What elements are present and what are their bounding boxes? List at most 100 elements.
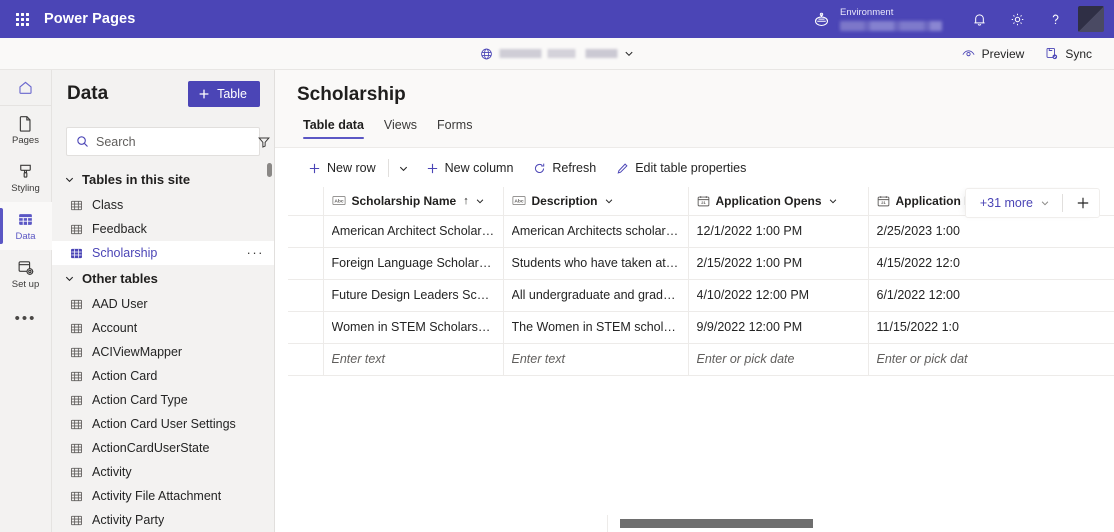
user-avatar[interactable] bbox=[1078, 6, 1104, 32]
new-row-opens-cell[interactable]: Enter or pick date bbox=[688, 343, 869, 376]
table-row[interactable]: Future Design Leaders Scholarship All un… bbox=[288, 279, 1114, 312]
cell-application-deadline[interactable]: 2/25/2023 1:00 bbox=[868, 215, 1114, 248]
table-item-activity-party[interactable]: Activity Party bbox=[52, 508, 274, 532]
table-row[interactable]: Women in STEM Scholarship The Women in S… bbox=[288, 311, 1114, 344]
table-item-action-card-user-settings[interactable]: Action Card User Settings bbox=[52, 412, 274, 436]
cell-application-opens[interactable]: 2/15/2022 1:00 PM bbox=[688, 247, 869, 280]
table-tabs: Table data Views Forms bbox=[275, 106, 1114, 141]
setup-gear-icon bbox=[16, 258, 35, 277]
horizontal-scrollbar-thumb[interactable] bbox=[620, 519, 813, 528]
search-box bbox=[66, 127, 270, 156]
new-row-name-cell[interactable]: Enter text bbox=[323, 343, 504, 376]
table-item-account[interactable]: Account bbox=[52, 316, 274, 340]
data-table-icon bbox=[16, 210, 35, 229]
svg-text:21: 21 bbox=[701, 200, 706, 205]
rail-item-pages[interactable]: Pages bbox=[0, 106, 52, 154]
rail-item-label: Pages bbox=[12, 135, 39, 146]
table-row[interactable]: Foreign Language Scholarship Students wh… bbox=[288, 247, 1114, 280]
cell-application-opens[interactable]: 4/10/2022 12:00 PM bbox=[688, 279, 869, 312]
new-row-button[interactable]: New row bbox=[299, 156, 385, 180]
more-columns-button[interactable]: +31 more bbox=[974, 192, 1056, 214]
environment-selector[interactable]: Environment bbox=[840, 0, 942, 38]
rail-item-data[interactable]: Data bbox=[0, 202, 52, 250]
rail-item-set-up[interactable]: Set up bbox=[0, 250, 52, 298]
table-item-overflow-button[interactable]: ··· bbox=[247, 246, 265, 259]
sync-button[interactable]: Sync bbox=[1036, 42, 1100, 65]
question-mark-icon[interactable] bbox=[1036, 0, 1074, 38]
top-app-bar: Power Pages Environment bbox=[0, 0, 1114, 38]
table-item-action-card-type[interactable]: Action Card Type bbox=[52, 388, 274, 412]
row-select-gutter[interactable] bbox=[288, 311, 324, 344]
group-other-tables[interactable]: Other tables bbox=[52, 265, 274, 292]
row-select-gutter[interactable] bbox=[288, 215, 324, 248]
table-item-aciviewmapper[interactable]: ACIViewMapper bbox=[52, 340, 274, 364]
power-pages-app: Power Pages Environment Preview Sync Pag… bbox=[0, 0, 1114, 532]
tab-forms[interactable]: Forms bbox=[429, 113, 480, 141]
select-all-gutter[interactable] bbox=[288, 187, 324, 216]
refresh-button[interactable]: Refresh bbox=[524, 156, 605, 180]
rail-more-button[interactable]: ••• bbox=[0, 298, 52, 338]
grid-card: New row New column Refresh Edit table pr… bbox=[275, 147, 1114, 532]
table-item-activity[interactable]: Activity bbox=[52, 460, 274, 484]
group-tables-in-this-site[interactable]: Tables in this site bbox=[52, 166, 274, 193]
cell-description[interactable]: All undergraduate and graduate s... bbox=[503, 279, 689, 312]
table-item-feedback[interactable]: Feedback bbox=[52, 217, 274, 241]
cell-application-opens[interactable]: 9/9/2022 12:00 PM bbox=[688, 311, 869, 344]
cell-scholarship-name[interactable]: Women in STEM Scholarship bbox=[323, 311, 504, 344]
table-row[interactable]: American Architect Scholarship American … bbox=[288, 215, 1114, 248]
table-item-action-card[interactable]: Action Card bbox=[52, 364, 274, 388]
row-select-gutter[interactable] bbox=[288, 279, 324, 312]
environment-globe-icon[interactable] bbox=[802, 0, 840, 38]
row-select-gutter[interactable] bbox=[288, 247, 324, 280]
cell-scholarship-name[interactable]: American Architect Scholarship bbox=[323, 215, 504, 248]
table-icon bbox=[70, 322, 83, 335]
search-icon bbox=[67, 135, 96, 148]
cell-scholarship-name[interactable]: Foreign Language Scholarship bbox=[323, 247, 504, 280]
new-row-chevron-down-icon[interactable] bbox=[392, 158, 415, 179]
table-new-row[interactable]: Enter text Enter text Enter or pick date… bbox=[288, 343, 1114, 376]
column-header-description[interactable]: Abc Description bbox=[503, 187, 689, 216]
bell-icon[interactable] bbox=[960, 0, 998, 38]
column-header-scholarship-name[interactable]: Abc Scholarship Name ↑ bbox=[323, 187, 504, 216]
gear-icon[interactable] bbox=[998, 0, 1036, 38]
chevron-down-icon bbox=[64, 174, 75, 185]
cell-description[interactable]: Students who have taken at least ... bbox=[503, 247, 689, 280]
rail-item-styling[interactable]: Styling bbox=[0, 154, 52, 202]
edit-table-properties-button[interactable]: Edit table properties bbox=[607, 156, 755, 180]
chevron-down-icon[interactable] bbox=[828, 196, 838, 206]
column-header-label: Scholarship Name bbox=[351, 193, 457, 208]
chevron-down-icon[interactable] bbox=[604, 196, 614, 206]
new-row-deadline-cell[interactable]: Enter or pick dat bbox=[868, 343, 1114, 376]
filter-icon[interactable] bbox=[257, 128, 271, 155]
cell-application-opens[interactable]: 12/1/2022 1:00 PM bbox=[688, 215, 869, 248]
tab-views[interactable]: Views bbox=[376, 113, 425, 141]
table-item-label: ActionCardUserState bbox=[92, 441, 210, 455]
cell-scholarship-name[interactable]: Future Design Leaders Scholarship bbox=[323, 279, 504, 312]
table-item-activity-file-attachment[interactable]: Activity File Attachment bbox=[52, 484, 274, 508]
cell-description[interactable]: American Architects scholarship is... bbox=[503, 215, 689, 248]
cell-text: 4/15/2022 12:0 bbox=[876, 256, 960, 270]
cell-application-deadline[interactable]: 11/15/2022 1:0 bbox=[868, 311, 1114, 344]
table-item-class[interactable]: Class bbox=[52, 193, 274, 217]
table-item-scholarship[interactable]: Scholarship ··· bbox=[52, 241, 274, 265]
cell-description[interactable]: The Women in STEM scholarship i... bbox=[503, 311, 689, 344]
cell-application-deadline[interactable]: 6/1/2022 12:00 bbox=[868, 279, 1114, 312]
table-item-actioncarduserstate[interactable]: ActionCardUserState bbox=[52, 436, 274, 460]
home-icon[interactable] bbox=[0, 70, 52, 106]
sidebar-scrollbar-thumb[interactable] bbox=[267, 163, 272, 177]
new-row-description-cell[interactable]: Enter text bbox=[503, 343, 689, 376]
table-item-aad-user[interactable]: AAD User bbox=[52, 292, 274, 316]
site-selector[interactable] bbox=[474, 44, 641, 64]
add-column-button[interactable] bbox=[1069, 193, 1097, 213]
preview-button[interactable]: Preview bbox=[953, 42, 1033, 65]
chevron-down-icon[interactable] bbox=[475, 196, 485, 206]
search-input[interactable] bbox=[96, 128, 257, 155]
new-table-button[interactable]: Table bbox=[188, 81, 260, 107]
tab-table-data[interactable]: Table data bbox=[295, 113, 372, 141]
waffle-grid-icon[interactable] bbox=[0, 12, 44, 26]
column-header-application-opens[interactable]: 21 Application Opens bbox=[688, 187, 869, 216]
new-column-button[interactable]: New column bbox=[417, 156, 523, 180]
cell-application-deadline[interactable]: 4/15/2022 12:0 bbox=[868, 247, 1114, 280]
chevron-down-icon bbox=[624, 48, 635, 59]
row-select-gutter[interactable] bbox=[288, 343, 324, 376]
